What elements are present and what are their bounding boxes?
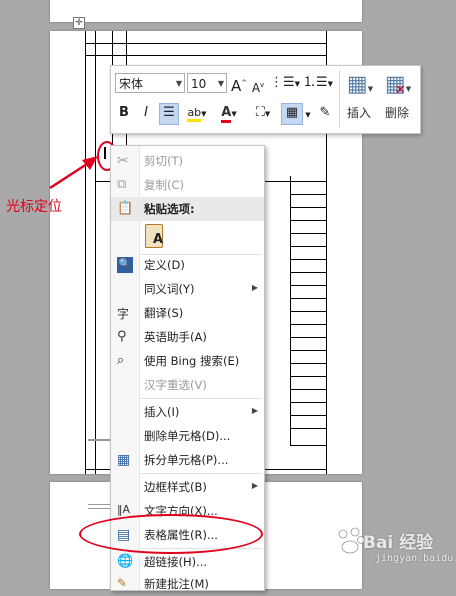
submenu-arrow-icon: ▶	[251, 406, 258, 415]
italic-icon: I	[144, 105, 148, 120]
numbered-list-icon: ⒈☰	[303, 75, 328, 90]
borders-icon: ▦	[285, 105, 299, 120]
chevron-down-icon[interactable]: ▼	[176, 74, 182, 94]
font-color-button[interactable]: A▼	[215, 104, 243, 123]
menu-item-split-cells[interactable]: ▦ 拆分单元格(P)...	[111, 448, 264, 472]
numbering-button[interactable]: ⒈☰▼	[303, 74, 333, 93]
table-move-handle-icon[interactable]: ✛	[73, 17, 85, 29]
watermark-text: Bai 经验	[363, 533, 434, 553]
menu-item-reselect-chinese[interactable]: 汉字重选(V)	[111, 373, 264, 397]
font-size-combo[interactable]: 10 ▼	[187, 73, 227, 93]
font-size-value: 10	[191, 77, 207, 91]
menu-item-bing-search[interactable]: ⌕ 使用 Bing 搜索(E)	[111, 349, 264, 373]
copy-icon: ⧉	[117, 177, 127, 192]
english-assistant-icon: ⚲	[117, 329, 127, 344]
italic-button[interactable]: I	[137, 104, 155, 122]
text-cursor	[104, 147, 106, 159]
format-painter-button[interactable]: ✎	[316, 104, 334, 122]
chevron-down-icon[interactable]: ▼	[304, 106, 312, 124]
paw-icon	[338, 527, 365, 554]
menu-separator	[141, 398, 262, 399]
annotation-label: 光标定位	[6, 199, 62, 215]
menu-header-paste-options: 📋 粘贴选项:	[111, 197, 264, 221]
align-center-icon: ☰	[163, 105, 175, 120]
menu-item-define[interactable]: 🔍 定义(D)	[111, 253, 264, 277]
grow-font-icon: A	[231, 77, 242, 95]
menu-item-translate[interactable]: 字 翻译(S)	[111, 301, 264, 325]
watermark-logo: Bai 经验 jingyan.baidu.com	[335, 520, 456, 580]
delete-table-icon: ▦ ✕	[384, 72, 406, 98]
borders-button[interactable]: ▦	[281, 103, 303, 125]
shading-button[interactable]: ⛶▼	[249, 104, 277, 123]
font-name-value: 宋体	[119, 77, 144, 91]
menu-item-copy[interactable]: ⧉ 复制(C)	[111, 173, 264, 197]
hyperlink-icon: 🌐	[117, 554, 134, 569]
chevron-down-icon[interactable]: ▼	[218, 74, 224, 94]
mini-toolbar: 宋体 ▼ 10 ▼ A^ Av ⋮☰▼ ⒈☰▼ B I ☰ ab▼ A▼ ⛶▼ …	[110, 65, 421, 134]
paste-keep-text-only-button[interactable]: A	[111, 222, 264, 252]
new-comment-icon: ✎	[117, 576, 128, 590]
grow-font-button[interactable]: A^	[231, 74, 247, 95]
delete-table-button[interactable]: ▦ ✕ ▼	[383, 72, 413, 102]
bold-icon: B	[119, 105, 129, 120]
bullet-list-icon: ⋮☰	[270, 75, 295, 90]
paint-bucket-icon: ⛶	[255, 105, 265, 120]
highlight-button[interactable]: ab▼	[183, 104, 211, 123]
split-cells-icon: ▦	[117, 452, 131, 468]
toolbar-separator	[339, 70, 340, 128]
insert-label: 插入	[347, 106, 372, 120]
watermark-subtext: jingyan.baidu.com	[375, 553, 456, 564]
shrink-font-icon: A	[251, 81, 261, 95]
center-align-button[interactable]: ☰	[159, 103, 179, 125]
menu-item-new-comment[interactable]: ✎ 新建批注(M)	[111, 572, 264, 596]
define-icon: 🔍	[117, 257, 133, 273]
bullets-button[interactable]: ⋮☰▼	[270, 74, 300, 93]
menu-item-synonyms[interactable]: 同义词(Y) ▶	[111, 277, 264, 301]
menu-item-delete-cells[interactable]: 删除单元格(D)...	[111, 424, 264, 448]
shrink-font-button[interactable]: Av	[251, 76, 265, 97]
insert-table-button[interactable]: ▦▼	[345, 72, 375, 102]
translate-icon: 字	[117, 307, 130, 321]
format-painter-icon: ✎	[319, 105, 331, 120]
insert-table-icon: ▦	[346, 72, 368, 97]
submenu-arrow-icon: ▶	[251, 283, 258, 292]
font-color-icon: A	[221, 105, 232, 123]
menu-item-cut[interactable]: ✂ 剪切(T)	[111, 149, 264, 173]
highlight-icon: ab	[187, 106, 202, 122]
document-page-previous	[50, 0, 362, 22]
menu-item-english-assistant[interactable]: ⚲ 英语助手(A)	[111, 325, 264, 349]
font-name-combo[interactable]: 宋体 ▼	[115, 73, 185, 93]
menu-separator	[141, 473, 262, 474]
scissors-icon: ✂	[117, 153, 129, 169]
menu-item-insert[interactable]: 插入(I) ▶	[111, 400, 264, 424]
delete-label: 删除	[385, 106, 410, 120]
menu-item-border-styles[interactable]: 边框样式(B) ▶	[111, 475, 264, 499]
bing-search-icon: ⌕	[117, 353, 125, 368]
clipboard-icon: 📋	[117, 201, 134, 216]
annotation-oval	[79, 514, 263, 554]
bold-button[interactable]: B	[115, 104, 133, 122]
paste-keep-text-label: A	[153, 232, 164, 247]
submenu-arrow-icon: ▶	[251, 481, 258, 490]
